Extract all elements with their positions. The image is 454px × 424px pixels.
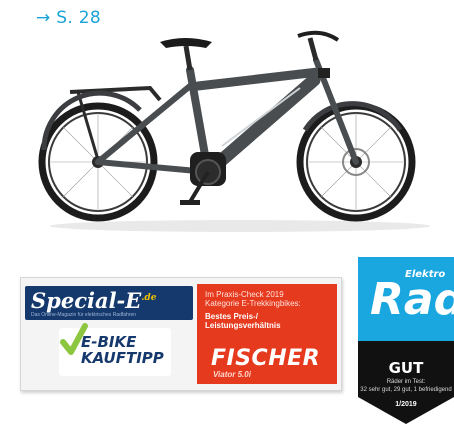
award-model: Viator 5.0i <box>213 370 251 379</box>
award-info-line: Im Praxis-Check 2019 <box>205 290 284 299</box>
special-e-kauftipp-badge: Special-E.de Das Online-Magazin für elek… <box>20 277 342 391</box>
special-e-tagline: Das Online-Magazin für elektrisches Radf… <box>31 312 137 318</box>
special-e-left-panel: Special-E.de Das Online-Magazin für elek… <box>25 284 195 382</box>
special-e-logo-suffix: .de <box>141 293 157 303</box>
e-bike-icon <box>38 30 430 232</box>
special-e-logo-box: Special-E.de Das Online-Magazin für elek… <box>25 286 193 320</box>
product-image <box>0 0 454 240</box>
kauftipp-line-1: E-BIKE <box>81 333 137 351</box>
award-info-line: Kategorie E-Trekkingbikes: <box>205 299 301 308</box>
rating-detail-line: 32 sehr gut, 29 gut, 1 befriedigend <box>360 387 452 393</box>
rating-detail-line: Räder im Test: <box>386 379 426 385</box>
award-brand: FISCHER <box>211 346 321 371</box>
elektrorad-logo-panel: Elektro Rad <box>358 257 454 341</box>
award-info-line: Bestes Preis-/ <box>205 312 258 321</box>
special-e-award-panel: Im Praxis-Check 2019 Kategorie E-Trekkin… <box>197 284 337 384</box>
rating-grade: GUT <box>388 359 424 377</box>
kauftipp-label: E-BIKE KAUFTIPP <box>59 323 171 376</box>
elektrorad-logo-big: Rad <box>370 274 454 325</box>
rating-issue: 1/2019 <box>395 401 417 408</box>
special-e-logo: Special-E <box>31 288 142 313</box>
elektrorad-rating-panel: GUT Räder im Test: 32 sehr gut, 29 gut, … <box>358 341 454 424</box>
kauftipp-line-2: KAUFTIPP <box>81 349 164 367</box>
elektrorad-test-badge: Elektro Rad GUT Räder im Test: 32 sehr g… <box>358 257 454 424</box>
award-info-line: Leistungsverhältnis <box>205 321 281 330</box>
